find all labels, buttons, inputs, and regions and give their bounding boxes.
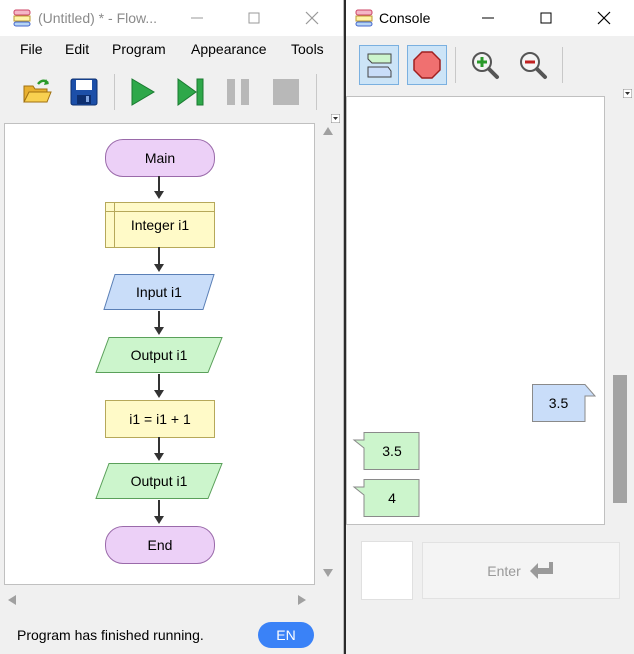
console-toolbar [346,36,634,99]
flow-arrowhead [154,516,164,524]
menu-edit[interactable]: Edit [65,41,89,57]
save-icon[interactable] [64,72,104,112]
enter-label: Enter [487,562,521,579]
output-block[interactable]: Output i1 [95,463,223,499]
scroll-right-icon[interactable] [298,595,306,605]
flowgorithm-app-icon [12,8,32,31]
output-label: Output i1 [130,347,188,363]
console-input-field[interactable] [361,541,413,600]
menu-program[interactable]: Program [112,41,166,57]
message-text: 3.5 [548,395,569,411]
console-scrollbar-thumb[interactable] [613,375,627,503]
toolbar-separator [316,74,317,110]
console-message-input: 3.5 [532,384,585,422]
menu-appearance[interactable]: Appearance [191,41,267,57]
flow-arrowhead [154,453,164,461]
output-label: Output i1 [130,473,188,489]
enter-return-icon [529,561,553,579]
declare-inner-line [114,203,115,247]
close-button[interactable] [300,6,324,30]
toolbar-separator [455,47,456,83]
flowgorithm-window: (Untitled) * - Flow... File Edit Program… [0,0,344,654]
menu-tools[interactable]: Tools [291,41,324,57]
stop-sign-icon[interactable] [407,45,447,85]
scroll-left-icon[interactable] [8,595,16,605]
toolbar-separator [562,47,563,83]
console-titlebar[interactable]: Console [346,0,634,36]
open-folder-icon[interactable] [17,72,57,112]
console-window: Console 3.5 3.5 4 Enter [346,0,634,654]
console-message-output: 3.5 [364,432,420,470]
pause-icon [218,72,258,112]
run-icon[interactable] [122,72,162,112]
flow-arrowhead [154,327,164,335]
flow-arrowhead [154,390,164,398]
message-text: 3.5 [382,443,402,459]
declare-inner-line [106,211,214,212]
output-block[interactable]: Output i1 [95,337,223,373]
enter-button[interactable]: Enter [422,542,620,599]
flow-arrowhead [154,191,164,199]
assign-block[interactable]: i1 = i1 + 1 [105,400,215,438]
toolbar-separator [114,74,115,110]
close-button[interactable] [592,6,616,30]
language-button[interactable]: EN [258,622,314,648]
scroll-up-icon[interactable] [323,127,333,135]
declare-label: Integer i1 [130,217,190,233]
chat-mode-icon[interactable] [359,45,399,85]
console-message-output: 4 [364,479,420,517]
input-block[interactable]: Input i1 [103,274,215,310]
input-label: Input i1 [136,284,182,300]
toolbar-overflow-icon[interactable] [622,85,633,101]
console-app-icon [354,8,374,31]
zoom-out-icon[interactable] [513,45,553,85]
zoom-in-icon[interactable] [465,45,505,85]
main-terminal[interactable]: Main [105,139,215,177]
minimize-button[interactable] [476,6,500,30]
menu-file[interactable]: File [20,41,43,57]
end-label: End [147,537,173,553]
step-icon[interactable] [170,72,210,112]
flowchart-canvas[interactable]: Main Integer i1 Input i1 Output i1 i1 = … [4,123,315,585]
maximize-button[interactable] [534,6,558,30]
stop-icon [266,72,306,112]
main-label: Main [144,150,176,166]
assign-label: i1 = i1 + 1 [129,411,191,427]
scroll-down-icon[interactable] [323,569,333,577]
flow-arrowhead [154,264,164,272]
end-terminal[interactable]: End [105,526,215,564]
message-text: 4 [388,490,396,506]
console-output: 3.5 3.5 4 [346,96,605,525]
main-toolbar [0,64,343,124]
maximize-button[interactable] [242,6,266,30]
flowgorithm-titlebar[interactable]: (Untitled) * - Flow... [0,0,343,36]
horizontal-scrollbar[interactable] [4,590,313,610]
menubar: File Edit Program Appearance Tools [0,36,343,64]
vertical-scrollbar[interactable] [318,123,338,583]
console-title: Console [379,10,431,26]
declare-block[interactable]: Integer i1 [105,202,215,248]
status-text: Program has finished running. [17,627,204,643]
minimize-button[interactable] [185,6,209,30]
window-title: (Untitled) * - Flow... [38,10,158,26]
